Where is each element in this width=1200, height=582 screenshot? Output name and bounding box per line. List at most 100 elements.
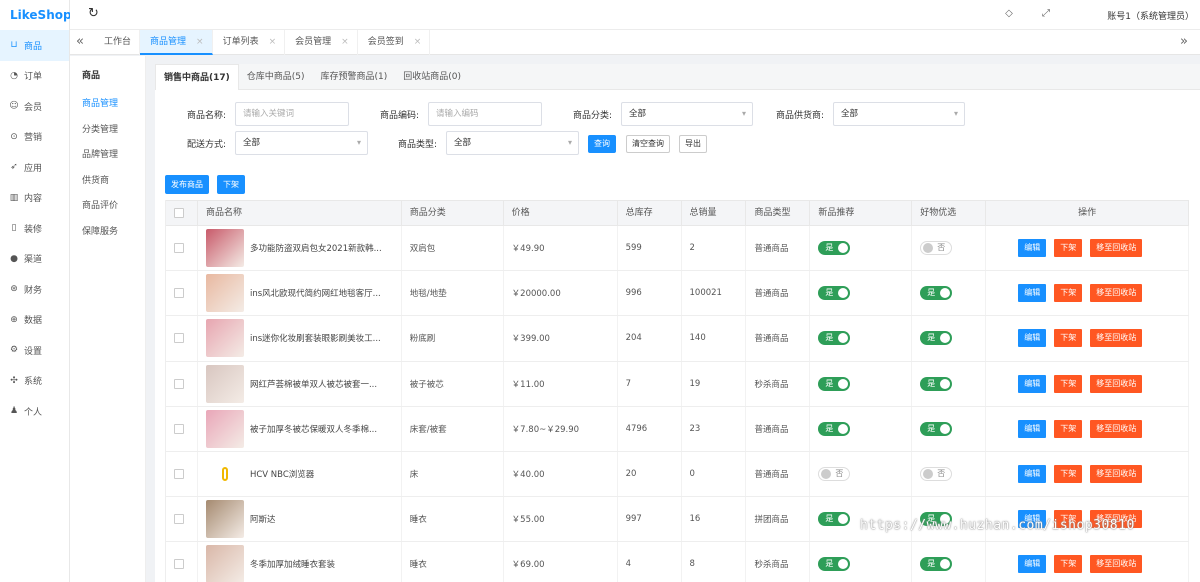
edit-button[interactable]: 编辑 bbox=[1018, 329, 1047, 348]
sidebar-item-10[interactable]: ⚙ 设置 bbox=[0, 335, 69, 366]
good-pick-toggle[interactable]: 否 bbox=[920, 467, 953, 482]
offshelf-button[interactable]: 下架 bbox=[1054, 284, 1083, 303]
product-name[interactable]: ins风北欧现代简约网红地毯客厅... bbox=[250, 287, 381, 299]
subnav-item[interactable]: 商品管理 bbox=[70, 92, 145, 118]
edit-button[interactable]: 编辑 bbox=[1018, 465, 1047, 484]
new-recommend-toggle[interactable]: 是 bbox=[818, 241, 851, 256]
sidebar-item-12[interactable]: ♟ 个人 bbox=[0, 396, 69, 427]
content-tab[interactable]: 销售中商品(17) bbox=[155, 64, 239, 90]
sidebar-item-8[interactable]: ⊛ 财务 bbox=[0, 274, 69, 305]
sidebar-item-6[interactable]: ▯ 装修 bbox=[0, 213, 69, 244]
product-name[interactable]: 阿斯达 bbox=[250, 513, 276, 525]
new-recommend-toggle[interactable]: 否 bbox=[818, 467, 851, 482]
sidebar-item-4[interactable]: ➶ 应用 bbox=[0, 152, 69, 183]
edit-button[interactable]: 编辑 bbox=[1018, 239, 1047, 258]
good-pick-toggle[interactable]: 否 bbox=[920, 241, 953, 256]
search-button[interactable]: 查询 bbox=[588, 135, 616, 153]
publish-product-button[interactable]: 发布商品 bbox=[165, 175, 209, 194]
category-select[interactable]: 全部 ▾ bbox=[621, 102, 753, 126]
page-tab[interactable]: 工作台 bbox=[94, 30, 141, 55]
offshelf-button[interactable]: 下架 bbox=[1054, 465, 1083, 484]
page-tab[interactable]: 会员管理 × bbox=[285, 30, 358, 55]
tag-icon[interactable]: ◇ bbox=[1005, 8, 1013, 19]
close-icon[interactable]: × bbox=[414, 37, 422, 47]
fullscreen-icon[interactable]: ⤢ bbox=[1042, 8, 1050, 19]
batch-offshelf-button[interactable]: 下架 bbox=[217, 175, 245, 194]
edit-button[interactable]: 编辑 bbox=[1018, 284, 1047, 303]
product-name[interactable]: 网红芦荟棉被单双人被芯被套一... bbox=[250, 378, 377, 390]
sidebar-item-1[interactable]: ◔ 订单 bbox=[0, 61, 69, 92]
sidebar-item-0[interactable]: ⊔ 商品 bbox=[0, 30, 69, 61]
page-tab[interactable]: 会员签到 × bbox=[358, 30, 431, 55]
product-name[interactable]: 冬季加厚加绒睡衣套装 bbox=[250, 558, 335, 570]
move-to-recycle-button[interactable]: 移至回收站 bbox=[1090, 419, 1143, 438]
good-pick-toggle[interactable]: 是 bbox=[920, 421, 953, 436]
row-checkbox[interactable] bbox=[174, 423, 184, 434]
subnav-item[interactable]: 保障服务 bbox=[70, 220, 145, 246]
offshelf-button[interactable]: 下架 bbox=[1054, 239, 1083, 258]
row-checkbox[interactable] bbox=[174, 559, 184, 570]
content-tab[interactable]: 库存预警商品(1) bbox=[313, 64, 396, 90]
expand-right-icon[interactable]: » bbox=[1180, 34, 1188, 49]
edit-button[interactable]: 编辑 bbox=[1018, 555, 1047, 574]
move-to-recycle-button[interactable]: 移至回收站 bbox=[1090, 555, 1143, 574]
good-pick-toggle[interactable]: 是 bbox=[920, 376, 953, 391]
row-checkbox[interactable] bbox=[174, 288, 184, 299]
clear-search-button[interactable]: 清空查询 bbox=[626, 135, 670, 153]
new-recommend-toggle[interactable]: 是 bbox=[818, 331, 851, 346]
content-tab[interactable]: 仓库中商品(5) bbox=[239, 64, 313, 90]
supplier-select[interactable]: 全部 ▾ bbox=[833, 102, 965, 126]
close-icon[interactable]: × bbox=[341, 37, 349, 47]
good-pick-toggle[interactable]: 是 bbox=[920, 286, 953, 301]
new-recommend-toggle[interactable]: 是 bbox=[818, 376, 851, 391]
sidebar-item-9[interactable]: ⊕ 数据 bbox=[0, 305, 69, 336]
sidebar-item-7[interactable]: ● 渠道 bbox=[0, 244, 69, 275]
offshelf-button[interactable]: 下架 bbox=[1054, 419, 1083, 438]
row-checkbox[interactable] bbox=[174, 243, 184, 254]
select-all-checkbox[interactable] bbox=[174, 208, 184, 218]
close-icon[interactable]: × bbox=[269, 37, 277, 47]
new-recommend-toggle[interactable]: 是 bbox=[818, 557, 851, 572]
move-to-recycle-button[interactable]: 移至回收站 bbox=[1090, 284, 1143, 303]
good-pick-toggle[interactable]: 是 bbox=[920, 557, 953, 572]
content-tab[interactable]: 回收站商品(0) bbox=[395, 64, 469, 90]
product-name[interactable]: 被子加厚冬被芯保暖双人冬季棉... bbox=[250, 423, 377, 435]
row-checkbox[interactable] bbox=[174, 469, 184, 480]
edit-button[interactable]: 编辑 bbox=[1018, 374, 1047, 393]
row-checkbox[interactable] bbox=[174, 333, 184, 344]
sidebar-item-3[interactable]: ⊙ 营销 bbox=[0, 122, 69, 153]
delivery-select[interactable]: 全部 ▾ bbox=[235, 131, 368, 155]
edit-button[interactable]: 编辑 bbox=[1018, 419, 1047, 438]
offshelf-button[interactable]: 下架 bbox=[1054, 374, 1083, 393]
new-recommend-toggle[interactable]: 是 bbox=[818, 286, 851, 301]
sidebar-item-11[interactable]: ✣ 系统 bbox=[0, 366, 69, 397]
collapse-left-icon[interactable]: « bbox=[76, 34, 84, 49]
product-name[interactable]: 多功能防盗双肩包女2021新款韩... bbox=[250, 242, 382, 254]
name-input[interactable]: 请输入关键词 bbox=[235, 102, 349, 126]
subnav-item[interactable]: 品牌管理 bbox=[70, 143, 145, 169]
product-name[interactable]: HCV NBC浏览器 bbox=[250, 468, 314, 480]
row-checkbox[interactable] bbox=[174, 514, 184, 525]
code-input[interactable]: 请输入编码 bbox=[428, 102, 542, 126]
refresh-icon[interactable]: ↻ bbox=[88, 6, 99, 21]
good-pick-toggle[interactable]: 是 bbox=[920, 331, 953, 346]
sidebar-item-5[interactable]: ▥ 内容 bbox=[0, 183, 69, 214]
row-checkbox[interactable] bbox=[174, 378, 184, 389]
sidebar-item-2[interactable]: ☺ 会员 bbox=[0, 91, 69, 122]
subnav-item[interactable]: 分类管理 bbox=[70, 118, 145, 144]
subnav-item[interactable]: 商品评价 bbox=[70, 194, 145, 220]
page-tab[interactable]: 订单列表 × bbox=[213, 30, 286, 55]
type-select[interactable]: 全部 ▾ bbox=[446, 131, 579, 155]
move-to-recycle-button[interactable]: 移至回收站 bbox=[1090, 329, 1143, 348]
page-tab[interactable]: 商品管理 × bbox=[140, 30, 213, 55]
offshelf-button[interactable]: 下架 bbox=[1054, 555, 1083, 574]
move-to-recycle-button[interactable]: 移至回收站 bbox=[1090, 465, 1143, 484]
product-name[interactable]: ins迷你化妆刷套装眼影刷美妆工... bbox=[250, 332, 381, 344]
close-icon[interactable]: × bbox=[196, 37, 204, 47]
move-to-recycle-button[interactable]: 移至回收站 bbox=[1090, 374, 1143, 393]
new-recommend-toggle[interactable]: 是 bbox=[818, 512, 851, 527]
move-to-recycle-button[interactable]: 移至回收站 bbox=[1090, 239, 1143, 258]
subnav-item[interactable]: 供货商 bbox=[70, 169, 145, 195]
account-menu[interactable]: 账号1（系统管理员） bbox=[1107, 9, 1194, 22]
new-recommend-toggle[interactable]: 是 bbox=[818, 421, 851, 436]
